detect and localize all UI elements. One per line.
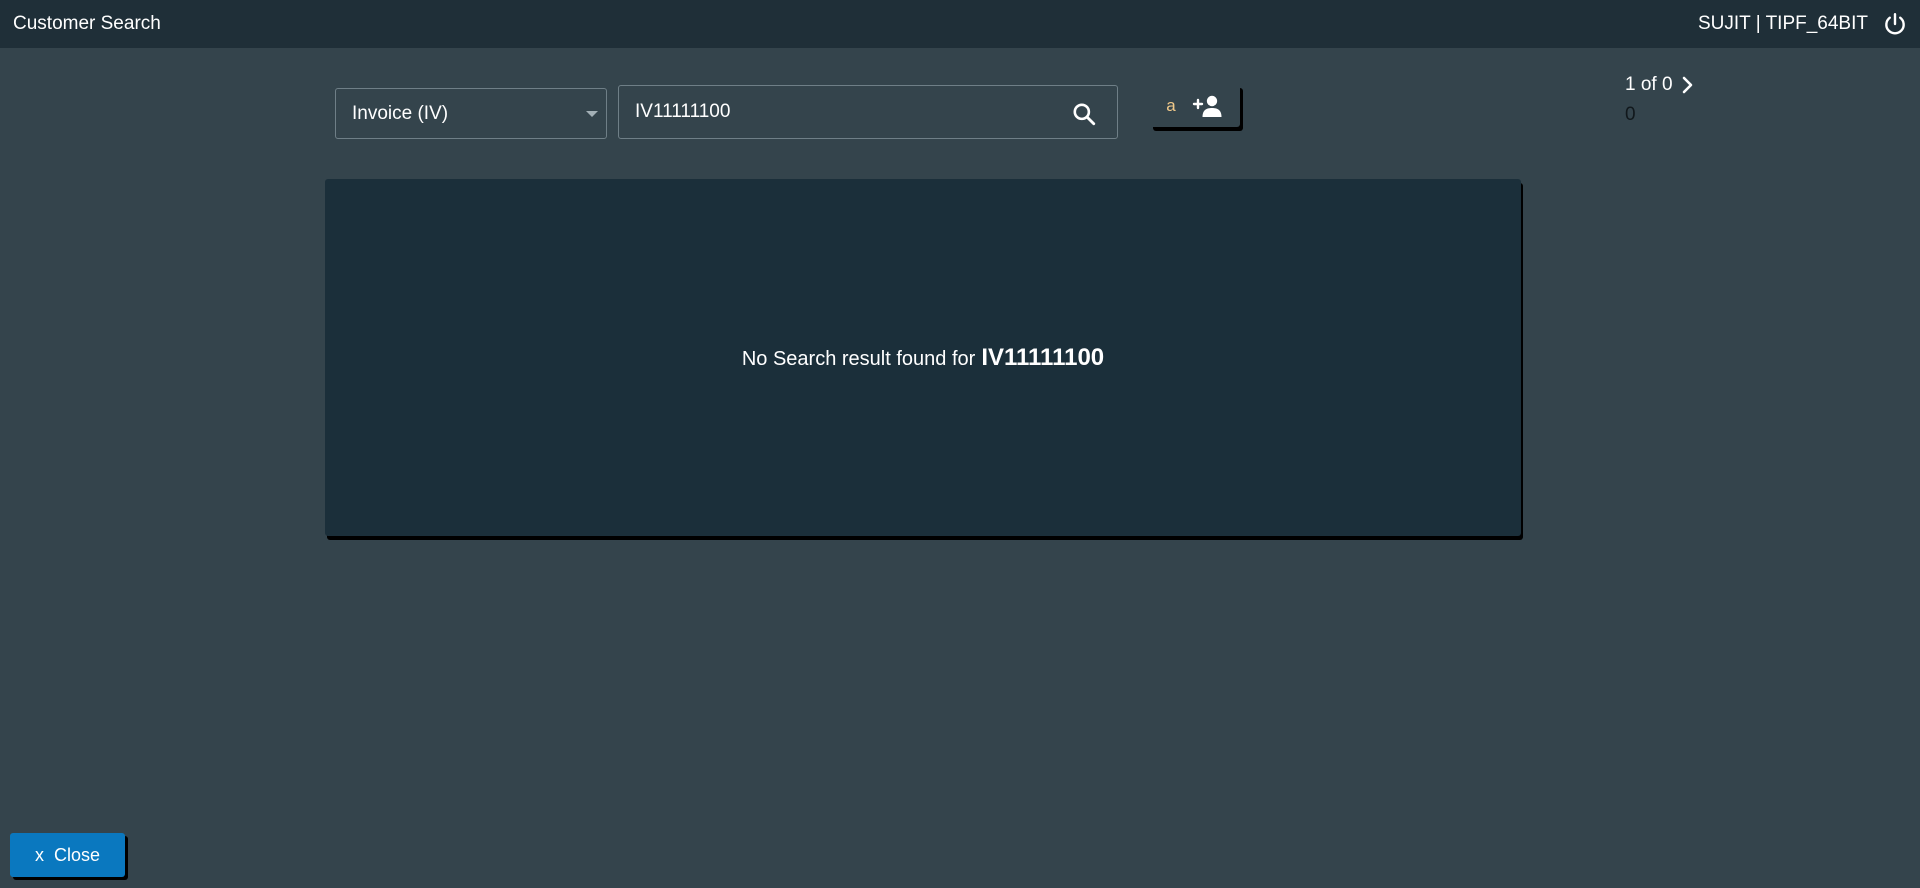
search-icon[interactable] [1071, 101, 1097, 127]
no-result-message: No Search result found for IV11111100 [325, 344, 1521, 372]
power-icon[interactable] [1882, 11, 1908, 37]
no-result-term: IV11111100 [981, 344, 1105, 371]
add-user-icon [1192, 93, 1224, 119]
user-area: SUJIT | TIPF_64BIT [1698, 11, 1908, 37]
close-label: Close [53, 844, 101, 865]
pager-text: 1 of 0 [1625, 74, 1673, 95]
add-customer-button[interactable]: a [1150, 84, 1240, 127]
search-type-value: Invoice (IV) [352, 102, 449, 124]
no-result-label: No Search result found for [741, 348, 976, 370]
results-panel: No Search result found for IV11111100 [325, 179, 1521, 536]
pager: 1 of 0 [1625, 74, 1697, 96]
close-prefix: x [34, 844, 44, 865]
chevron-down-icon [586, 111, 598, 117]
search-input[interactable] [635, 101, 1055, 123]
close-button[interactable]: x Close [10, 833, 125, 877]
search-field[interactable] [618, 85, 1118, 139]
chevron-right-icon[interactable] [1679, 74, 1697, 96]
top-bar: Customer Search SUJIT | TIPF_64BIT [0, 0, 1920, 48]
search-type-select[interactable]: Invoice (IV) [335, 88, 607, 139]
pager-count: 0 [1625, 104, 1636, 125]
user-label: SUJIT | TIPF_64BIT [1697, 13, 1868, 34]
add-customer-letter: a [1166, 95, 1176, 115]
app-title: Customer Search [13, 13, 161, 34]
